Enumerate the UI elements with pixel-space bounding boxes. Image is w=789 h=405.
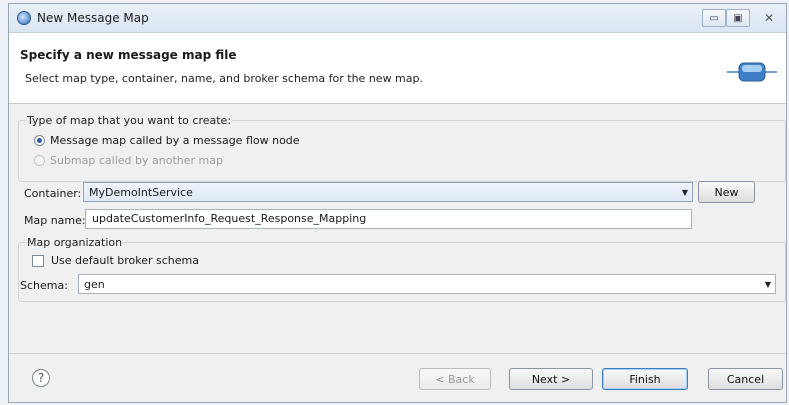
new-message-map-dialog: New Message Map ▭ ▣ ✕ Specify a new mess… xyxy=(8,3,787,403)
map-name-label: Map name: xyxy=(24,214,86,227)
chevron-down-icon[interactable]: ▼ xyxy=(678,188,692,197)
cancel-button[interactable]: Cancel xyxy=(708,368,783,390)
radio-button[interactable] xyxy=(34,135,45,146)
schema-label: Schema: xyxy=(20,279,68,292)
finish-button[interactable]: Finish xyxy=(602,368,688,390)
schema-select[interactable]: gen ▼ xyxy=(78,274,776,294)
message-map-icon xyxy=(17,11,31,25)
chevron-down-icon[interactable]: ▼ xyxy=(761,280,775,289)
use-default-schema-checkbox[interactable] xyxy=(32,254,44,267)
radio-label: Submap called by another map xyxy=(50,154,223,167)
minimize-button[interactable]: ▭ xyxy=(702,9,726,27)
radio-submap: Submap called by another map xyxy=(34,154,223,167)
schema-value: gen xyxy=(84,277,105,291)
wizard-header: Specify a new message map file Select ma… xyxy=(9,33,786,104)
next-button[interactable]: Next > xyxy=(509,368,593,390)
window-title: New Message Map xyxy=(37,11,149,25)
map-type-group xyxy=(18,120,786,182)
use-default-schema-checkbox-row[interactable]: Use default broker schema xyxy=(32,254,199,267)
new-container-button[interactable]: New xyxy=(698,181,755,203)
container-label: Container: xyxy=(24,187,82,200)
help-icon[interactable]: ? xyxy=(32,369,50,387)
back-button: < Back xyxy=(419,368,491,390)
radio-label: Message map called by a message flow nod… xyxy=(50,134,300,147)
map-name-field[interactable]: updateCustomerInfo_Request_Response_Mapp… xyxy=(85,209,692,229)
message-map-banner-icon xyxy=(727,62,777,82)
map-type-legend: Type of map that you want to create: xyxy=(26,114,233,127)
maximize-button[interactable]: ▣ xyxy=(726,9,750,27)
map-organization-legend: Map organization xyxy=(26,236,124,249)
use-default-schema-label: Use default broker schema xyxy=(51,254,199,267)
page-title: Specify a new message map file xyxy=(20,48,237,62)
radio-button xyxy=(34,155,45,166)
radio-message-map[interactable]: Message map called by a message flow nod… xyxy=(34,134,300,147)
title-bar: New Message Map ▭ ▣ ✕ xyxy=(9,4,786,33)
container-value: MyDemoIntService xyxy=(89,185,193,199)
close-button[interactable]: ✕ xyxy=(757,9,781,27)
footer-separator xyxy=(9,353,786,354)
container-select[interactable]: MyDemoIntService ▼ xyxy=(83,182,693,202)
page-description: Select map type, container, name, and br… xyxy=(25,72,423,85)
